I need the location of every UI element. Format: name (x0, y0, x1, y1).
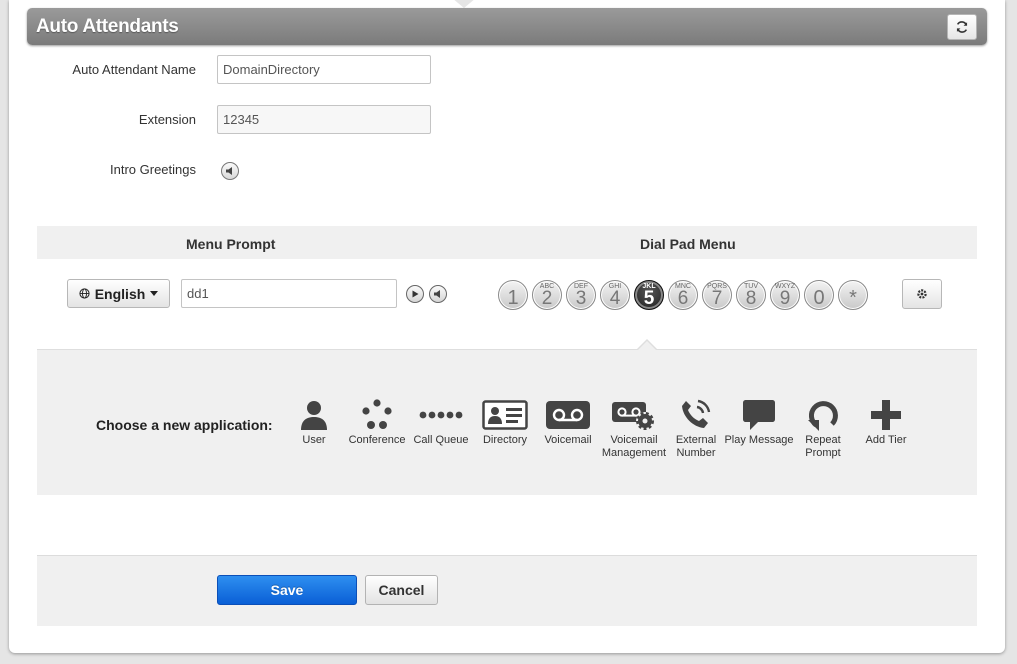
key-digit: 0 (813, 287, 825, 309)
key-digit: 6 (677, 288, 689, 309)
key-digit: 4 (609, 288, 621, 309)
key-digit: 2 (541, 288, 553, 309)
key-digit: 9 (779, 288, 791, 309)
speaker-icon (226, 167, 232, 175)
save-button[interactable]: Save (217, 575, 357, 605)
key-digit: 5 (643, 288, 655, 309)
app-voicemail[interactable]: Voicemail (533, 396, 603, 447)
add-tier-icon (871, 400, 901, 430)
cancel-button[interactable]: Cancel (365, 575, 438, 605)
extension-label: Extension (138, 112, 196, 127)
extension-input[interactable] (217, 105, 431, 134)
app-label: Add Tier (865, 434, 907, 446)
language-label: English (94, 285, 146, 302)
menu-section-header: Menu Prompt Dial Pad Menu (37, 226, 977, 259)
dialpad-key-3[interactable]: DEF 3 (566, 280, 596, 310)
key-digit: 8 (745, 288, 757, 309)
intro-greetings-label: Intro Greetings (110, 162, 196, 177)
globe-icon (79, 288, 90, 299)
key-digit: 7 (711, 288, 723, 309)
name-label: Auto Attendant Name (72, 62, 196, 77)
external-number-icon (682, 399, 711, 428)
dialpad-key-2[interactable]: ABC 2 (532, 280, 562, 310)
play-prompt-button[interactable] (406, 285, 424, 303)
app-label: Voicemail (544, 434, 592, 446)
menu-prompt-heading: Menu Prompt (186, 236, 276, 252)
title-bar: Auto Attendants (27, 8, 987, 45)
app-directory[interactable]: Directory (470, 396, 540, 447)
conference-icon (362, 399, 392, 429)
voicemail-management-icon (612, 402, 654, 430)
app-label: Play Message (724, 434, 794, 446)
app-repeat-prompt[interactable]: Repeat Prompt (788, 396, 858, 460)
dialpad-key-star[interactable]: * (838, 280, 868, 310)
app-panel-notch (637, 341, 657, 351)
dialpad-key-9[interactable]: WXYZ 9 (770, 280, 800, 310)
directory-icon (482, 400, 528, 430)
call-queue-icon (419, 411, 463, 419)
app-user[interactable]: User (279, 396, 349, 447)
app-play-message[interactable]: Play Message (724, 396, 794, 447)
caret-down-icon (150, 291, 159, 296)
dialpad-key-5[interactable]: JKL 5 (634, 280, 664, 310)
app-label: User (302, 434, 326, 446)
dialpad-settings-button[interactable] (902, 279, 942, 309)
speaker-icon (434, 290, 440, 298)
choose-application-label: Choose a new application: (96, 417, 273, 433)
voicemail-icon (546, 401, 590, 429)
app-conference[interactable]: Conference (342, 396, 412, 447)
app-label: Call Queue (413, 434, 469, 446)
speaker-prompt-button[interactable] (429, 285, 447, 303)
user-icon (301, 401, 327, 430)
key-digit: 3 (575, 288, 587, 309)
app-voicemail-management[interactable]: Voicemail Management (599, 396, 669, 460)
app-add-tier[interactable]: Add Tier (851, 396, 921, 447)
refresh-icon (956, 21, 968, 33)
app-label: Repeat Prompt (805, 434, 841, 459)
dialpad-key-7[interactable]: PQRS 7 (702, 280, 732, 310)
action-bar (37, 555, 977, 626)
dialpad-key-8[interactable]: TUV 8 (736, 280, 766, 310)
gear-icon (917, 289, 927, 299)
app-label: Directory (482, 434, 527, 446)
app-call-queue[interactable]: Call Queue (406, 396, 476, 447)
intro-greeting-speaker-button[interactable] (221, 162, 239, 180)
language-dropdown[interactable]: English (67, 279, 170, 308)
key-digit: * (849, 287, 857, 309)
dialpad-key-1[interactable]: 1 (498, 280, 528, 310)
refresh-button[interactable] (947, 14, 977, 40)
app-label: External Number (675, 434, 717, 459)
key-digit: 1 (507, 287, 519, 309)
dialpad-key-6[interactable]: MNC 6 (668, 280, 698, 310)
play-message-icon (743, 400, 775, 430)
repeat-prompt-icon (808, 401, 838, 431)
dialpad-key-0[interactable]: 0 (804, 280, 834, 310)
play-icon (412, 290, 419, 298)
app-label: Voicemail Management (601, 434, 667, 459)
app-label: Conference (348, 434, 406, 446)
panel-notch (452, 0, 476, 8)
dialpad-key-4[interactable]: GHI 4 (600, 280, 630, 310)
name-input[interactable] (217, 55, 431, 84)
app-external-number[interactable]: External Number (661, 396, 731, 460)
page-title: Auto Attendants (36, 16, 179, 37)
dialpad-menu-heading: Dial Pad Menu (640, 236, 736, 252)
menu-prompt-input[interactable] (181, 279, 397, 308)
